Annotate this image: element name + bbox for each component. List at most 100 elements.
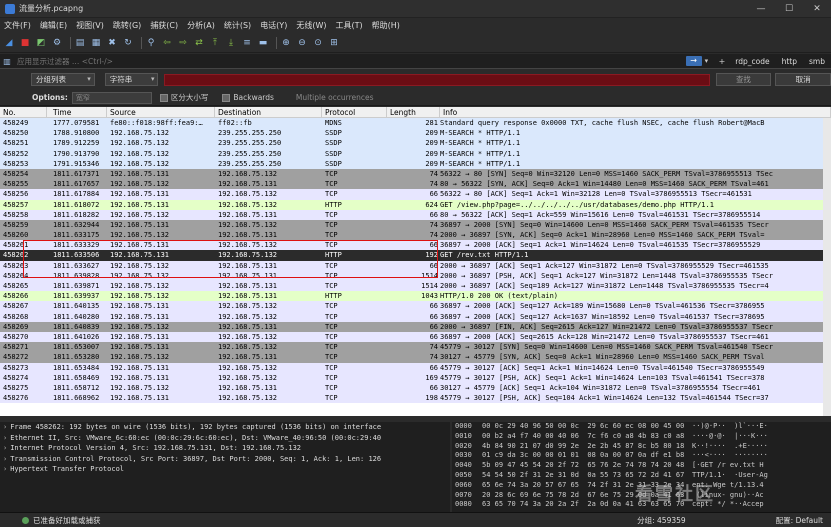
menu-item[interactable]: 电话(Y) [260, 20, 287, 31]
table-row[interactable]: 458251 1789.912259 192.168.75.132 239.255.2… [0, 138, 831, 149]
open-file-icon[interactable]: ▤ [74, 37, 86, 49]
zoom-in-icon[interactable]: ⊕ [280, 37, 292, 49]
status-indicator-icon[interactable] [22, 516, 29, 524]
bytes-asc[interactable]: ····@·@· |···K··· [692, 432, 782, 442]
table-row[interactable]: 458252 1790.913790 192.168.75.132 239.255.2… [0, 148, 831, 159]
table-row[interactable]: 458253 1791.915346 192.168.75.132 239.255.2… [0, 158, 831, 169]
table-row[interactable]: 458263 1811.633627 192.168.75.132 192.168.7… [0, 260, 831, 271]
last-packet-icon[interactable]: ⤓ [225, 37, 237, 49]
filter-button-smb[interactable]: smb [809, 57, 825, 66]
menu-item[interactable]: 分析(A) [187, 20, 215, 31]
apply-filter-icon[interactable]: → [685, 56, 702, 66]
menu-item[interactable]: 帮助(H) [372, 20, 400, 31]
menu-item[interactable]: 统计(S) [224, 20, 251, 31]
column-length[interactable]: Length [387, 107, 440, 117]
bytes-hex[interactable]: 00 b2 a4 f7 40 00 40 06 7c f6 c0 a8 4b 8… [482, 432, 692, 442]
reload-file-icon[interactable]: ↻ [122, 37, 134, 49]
table-row[interactable]: 458261 1811.633329 192.168.75.131 192.168.7… [0, 240, 831, 251]
first-packet-icon[interactable]: ⤒ [209, 37, 221, 49]
detail-tree-item[interactable]: › Frame 458262: 192 bytes on wire (1536 b… [0, 422, 450, 433]
colorize-icon[interactable]: ▬ [257, 37, 269, 49]
detail-tree-item[interactable]: › Internet Protocol Version 4, Src: 192.1… [0, 443, 450, 454]
expand-arrow-icon[interactable]: › [3, 434, 7, 442]
display-filter-input[interactable] [14, 54, 683, 68]
expand-arrow-icon[interactable]: › [3, 444, 7, 452]
maximize-button[interactable]: ☐ [775, 0, 803, 18]
table-row[interactable]: 458259 1811.632944 192.168.75.131 192.168.7… [0, 219, 831, 231]
expand-arrow-icon[interactable]: › [3, 465, 7, 473]
column-destination[interactable]: Destination [215, 107, 322, 117]
bookmark-icon[interactable]: ▥ [0, 57, 14, 66]
menu-item[interactable]: 跳转(G) [113, 20, 141, 31]
backwards-checkbox[interactable] [222, 93, 231, 102]
table-row[interactable]: 458264 1811.639828 192.168.75.132 192.168.7… [0, 270, 831, 281]
bytes-asc[interactable]: ···<···· ········ [692, 451, 782, 461]
filter-history-icon[interactable]: ▾ [705, 57, 715, 65]
table-row[interactable]: 458275 1811.658712 192.168.75.132 192.168.7… [0, 382, 831, 394]
save-file-icon[interactable]: ▦ [90, 37, 102, 49]
table-row[interactable]: 458267 1811.640135 192.168.75.131 192.168.7… [0, 301, 831, 312]
bytes-hex[interactable]: 4b 84 90 21 07 d0 99 2e 2e 2b 45 87 8c b… [482, 442, 692, 452]
detail-tree-item[interactable]: › Hypertext Transfer Protocol [0, 464, 450, 475]
go-to-packet-icon[interactable]: ⇄ [193, 37, 205, 49]
table-row[interactable]: 458255 1811.617657 192.168.75.132 192.168.7… [0, 179, 831, 190]
stop-capture-icon[interactable]: ■ [19, 37, 31, 49]
bytes-asc[interactable]: ··)@·P·· )l`···E· [692, 422, 782, 432]
table-row[interactable]: 458254 1811.617371 192.168.75.131 192.168.7… [0, 168, 831, 180]
table-row[interactable]: 458276 1811.668962 192.168.75.131 192.168.7… [0, 393, 831, 404]
restart-capture-icon[interactable]: ◩ [35, 37, 47, 49]
bytes-asc[interactable]: K··!···· .+E····· [692, 442, 782, 452]
table-row-selected[interactable]: 458262 1811.633506 192.168.75.131 192.168.7… [0, 250, 831, 261]
find-button[interactable]: 查找 [715, 73, 772, 86]
table-row[interactable]: 458269 1811.640839 192.168.75.132 192.168.7… [0, 321, 831, 332]
menu-item[interactable]: 无线(W) [296, 20, 326, 31]
autoscroll-icon[interactable]: ≡ [241, 37, 253, 49]
search-in-select[interactable]: 分组列表 [31, 73, 95, 86]
table-row[interactable]: 458268 1811.640280 192.168.75.131 192.168.7… [0, 311, 831, 322]
profile-indicator[interactable]: 配置: Default [776, 515, 823, 526]
table-row[interactable]: 458273 1811.653484 192.168.75.131 192.168.7… [0, 362, 831, 373]
close-file-icon[interactable]: ✖ [106, 37, 118, 49]
bytes-hex[interactable]: 00 0c 29 40 96 50 00 0c 29 6c 60 ec 08 0… [482, 422, 692, 432]
menu-item[interactable]: 文件(F) [4, 20, 31, 31]
table-row[interactable]: 458258 1811.618282 192.168.75.132 192.168.7… [0, 209, 831, 220]
bytes-hex[interactable]: 5b 09 47 45 54 20 2f 72 65 76 2e 74 78 7… [482, 461, 692, 471]
find-packet-icon[interactable]: ⚲ [145, 37, 157, 49]
table-row[interactable]: 458266 1811.639937 192.168.75.132 192.168.7… [0, 291, 831, 302]
column-protocol[interactable]: Protocol [322, 107, 387, 117]
table-row[interactable]: 458265 1811.639871 192.168.75.132 192.168.7… [0, 281, 831, 292]
table-row[interactable]: 458257 1811.618072 192.168.75.131 192.168.7… [0, 199, 831, 210]
start-capture-icon[interactable]: ◢ [3, 37, 15, 49]
detail-tree-item[interactable]: › Transmission Control Protocol, Src Port… [0, 454, 450, 465]
search-type-select[interactable]: 字符串 [104, 73, 159, 86]
close-button[interactable]: ✕ [803, 0, 831, 18]
go-back-icon[interactable]: ⇦ [161, 37, 173, 49]
multiple-occurrences-option[interactable]: Multiple occurrences [296, 93, 374, 102]
charset-select[interactable]: 宽窄 [71, 91, 152, 104]
go-forward-icon[interactable]: ⇨ [177, 37, 189, 49]
table-row[interactable]: 458249 1777.079581 fe80::f018:98ff:fea9:… f… [0, 118, 831, 129]
table-row[interactable]: 458270 1811.641026 192.168.75.131 192.168.7… [0, 331, 831, 343]
table-row[interactable]: 458274 1811.658469 192.168.75.131 192.168.7… [0, 372, 831, 383]
cancel-button[interactable]: 取消 [775, 73, 831, 86]
column-source[interactable]: Source [107, 107, 215, 117]
add-filter-button-icon[interactable]: + [719, 57, 726, 66]
table-row[interactable]: 458271 1811.653007 192.168.75.131 192.168.7… [0, 342, 831, 353]
column-info[interactable]: Info [440, 107, 831, 117]
zoom-reset-icon[interactable]: ⊙ [312, 37, 324, 49]
column-time[interactable]: Time [47, 107, 107, 117]
table-row[interactable]: 458272 1811.653280 192.168.75.132 192.168.7… [0, 352, 831, 363]
find-input[interactable] [164, 73, 710, 86]
case-sensitive-checkbox[interactable] [159, 93, 168, 102]
table-row[interactable]: 458260 1811.633175 192.168.75.132 192.168.7… [0, 230, 831, 241]
column-no[interactable]: No. [0, 107, 47, 117]
menu-item[interactable]: 捕获(C) [150, 20, 178, 31]
expand-arrow-icon[interactable]: › [3, 455, 7, 463]
filter-button-rdp[interactable]: rdp_code [735, 57, 769, 66]
expand-arrow-icon[interactable]: › [3, 423, 7, 431]
detail-tree-item[interactable]: › Ethernet II, Src: VMware_6c:60:ec (00:0… [0, 433, 450, 444]
menu-item[interactable]: 视图(V) [76, 20, 104, 31]
menu-item[interactable]: 编辑(E) [40, 20, 67, 31]
bytes-hex[interactable]: 01 c9 da 3c 00 00 01 01 08 0a 00 07 0a d… [482, 451, 692, 461]
minimize-button[interactable]: — [747, 0, 775, 18]
